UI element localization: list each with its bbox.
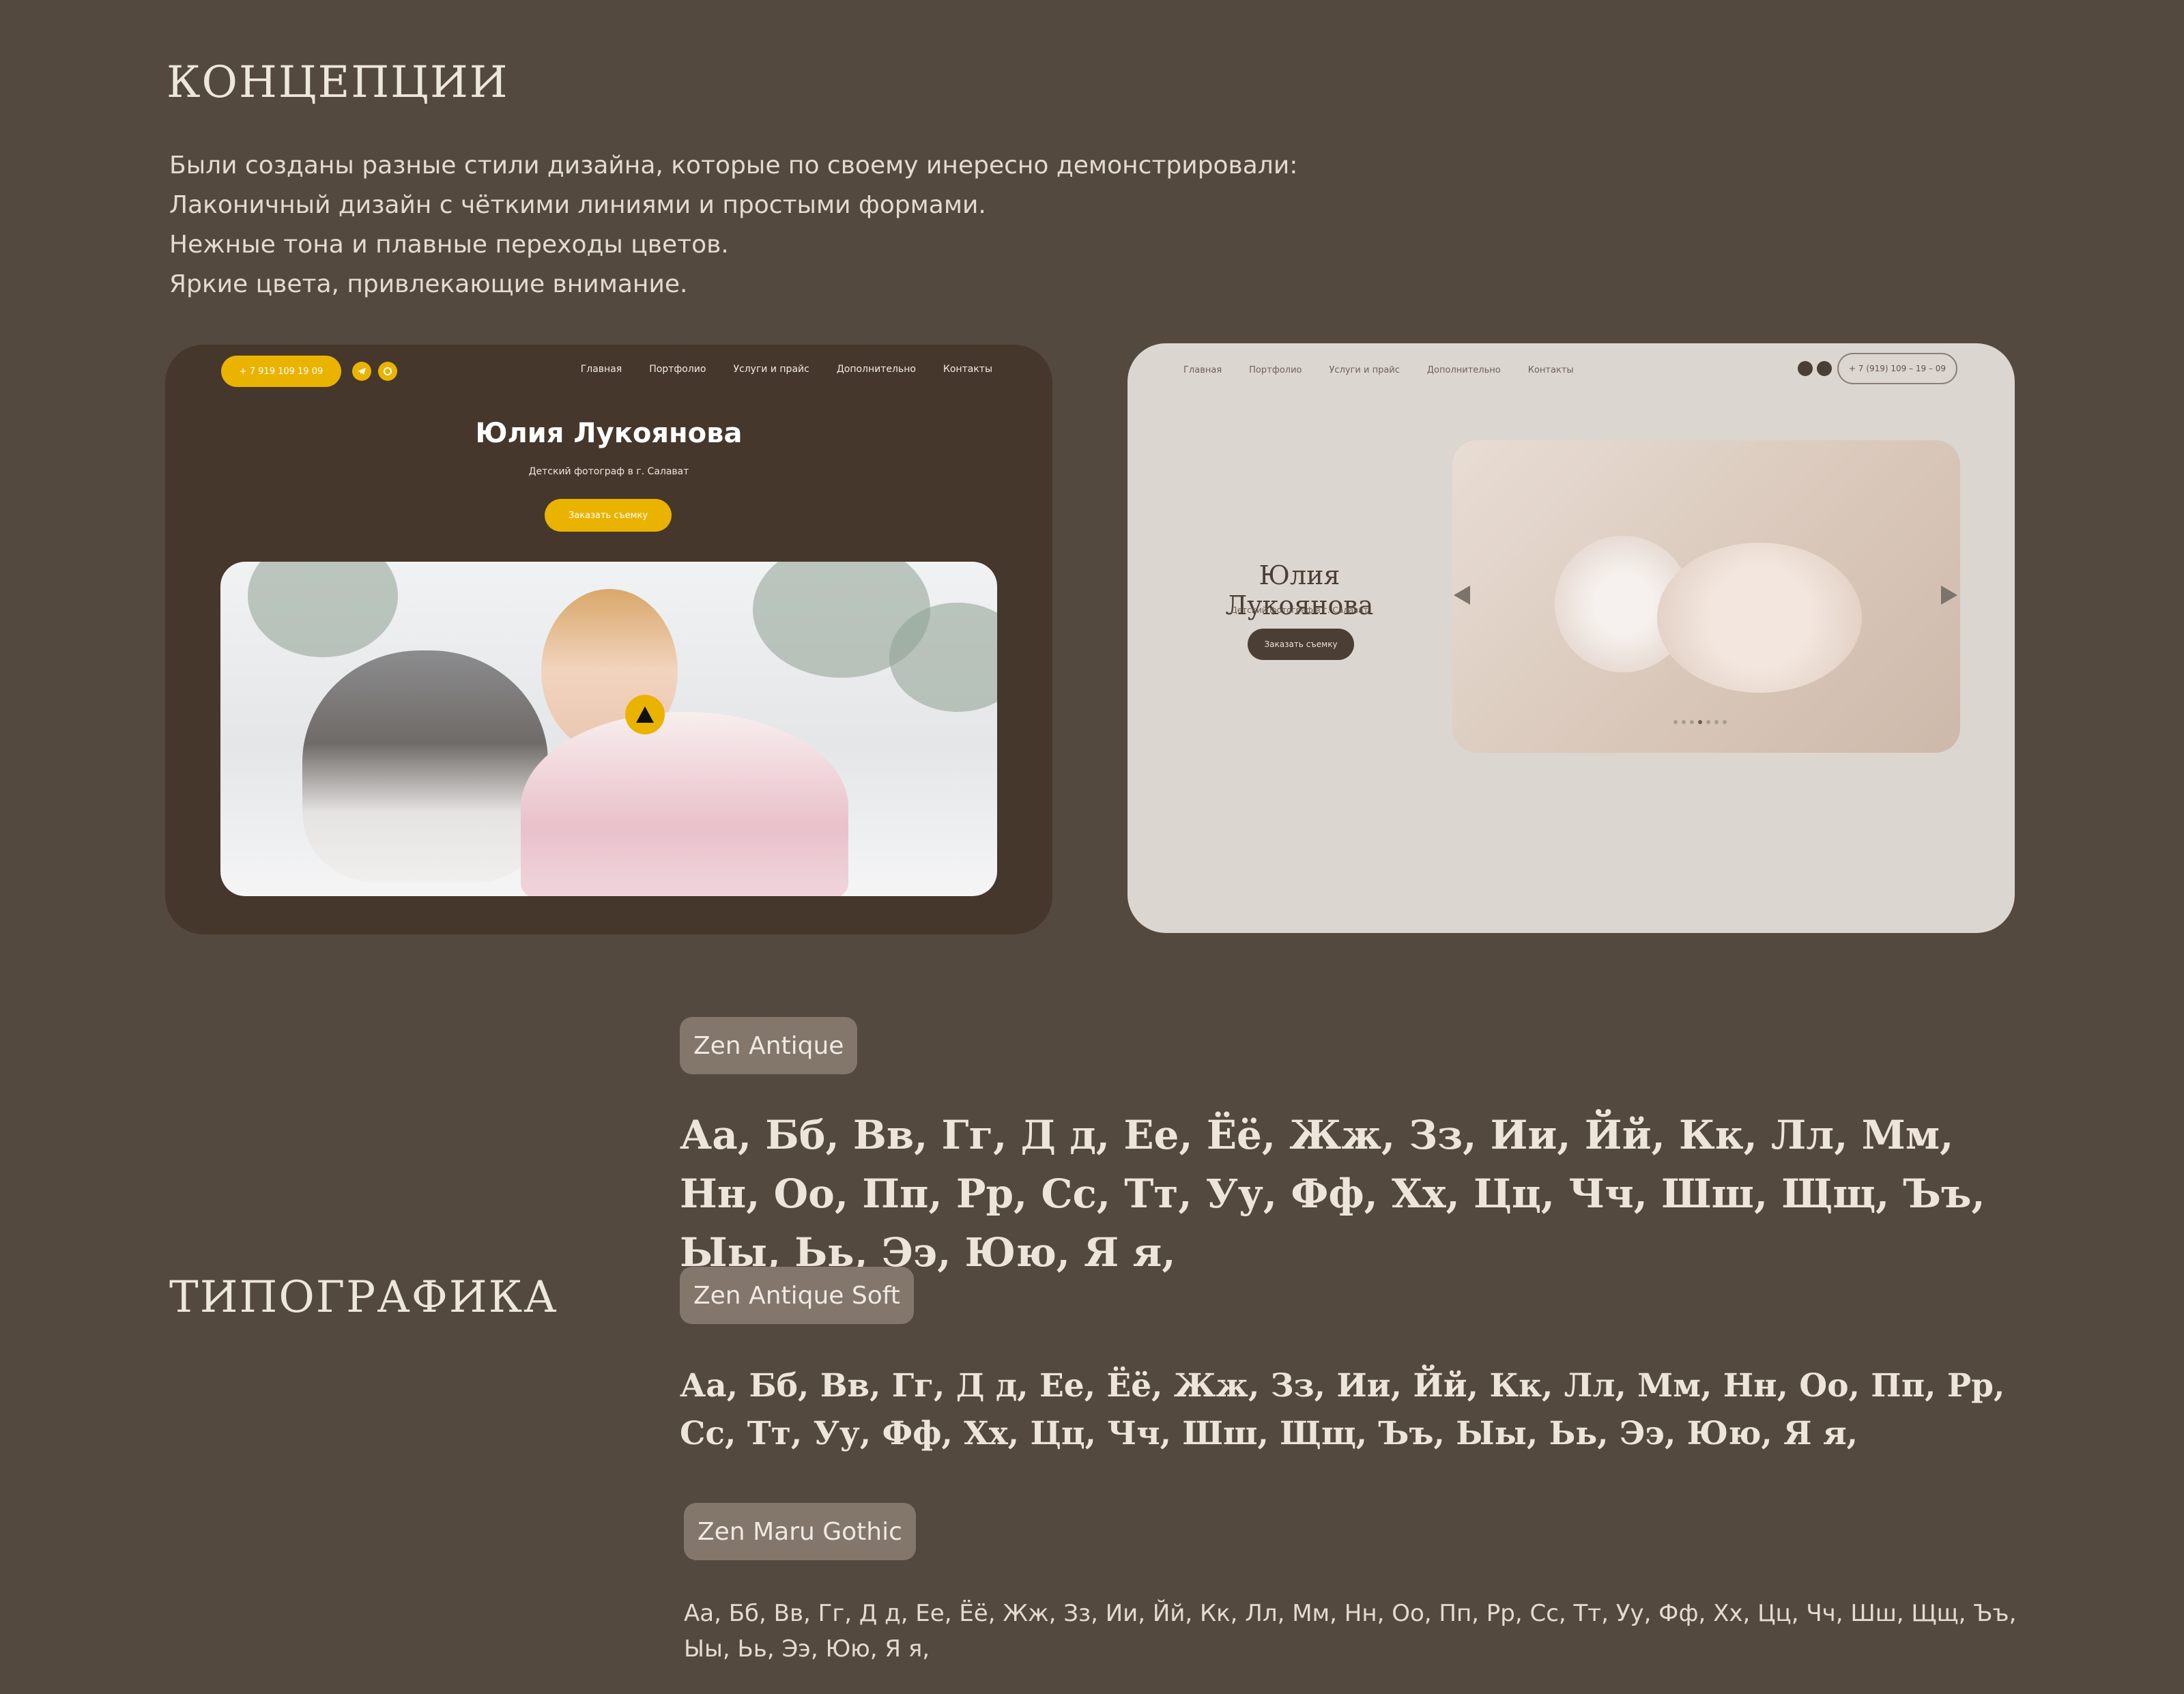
- concepts-intro: Были созданы разные стили дизайна, котор…: [169, 146, 1534, 304]
- hero-name: Юлия Лукоянова: [475, 418, 743, 449]
- typography-title: ТИПОГРАФИКА: [169, 1272, 558, 1323]
- alphabet-sample: Аа, Бб, Вв, Гг, Д д, Ее, Ёё, Жж, Зз, Ии,…: [684, 1600, 2017, 1663]
- intro-line: Яркие цвета, привлекающие внимание.: [169, 270, 688, 298]
- concept-light-mockup: Главная Портфолио Услуги и прайс Дополни…: [1127, 343, 2015, 933]
- hero-subtitle: Детский фотограф в г. Салават: [528, 466, 689, 477]
- nav-item-services[interactable]: Услуги и прайс: [1330, 365, 1400, 375]
- nav-item-contacts[interactable]: Контакты: [1528, 365, 1574, 375]
- nav-item-extra[interactable]: Дополнительно: [837, 364, 916, 375]
- concept-dark-mockup: + 7 919 109 19 09 Главная Портфолио Услу…: [165, 345, 1052, 934]
- play-icon[interactable]: [625, 695, 665, 734]
- intro-line: Лаконичный дизайн с чёткими линиями и пр…: [169, 191, 986, 219]
- carousel-dots: [1673, 720, 1727, 724]
- nav-item-services[interactable]: Услуги и прайс: [733, 364, 809, 375]
- hero-photo: [220, 562, 997, 896]
- whatsapp-icon[interactable]: [378, 362, 397, 381]
- whatsapp-icon[interactable]: [1817, 361, 1832, 376]
- order-shoot-button[interactable]: Заказать съемку: [545, 499, 672, 532]
- phone-button[interactable]: + 7 919 109 19 09: [221, 356, 341, 387]
- telegram-icon[interactable]: [1798, 361, 1813, 376]
- order-shoot-button[interactable]: Заказать съемку: [1248, 629, 1354, 660]
- alphabet-sample: Аа, Бб, Вв, Гг, Д д, Ее, Ёё, Жж, Зз, Ии,…: [680, 1367, 2005, 1452]
- nav-item-contacts[interactable]: Контакты: [943, 364, 992, 375]
- nav-item-extra[interactable]: Дополнительно: [1427, 365, 1501, 375]
- baby-figure: [1657, 543, 1862, 693]
- hero-subtitle: Детский фотограф в г. Салават: [1231, 605, 1368, 615]
- font-tag-zen-maru-gothic: Zen Maru Gothic: [684, 1503, 916, 1560]
- nav-item-portfolio[interactable]: Портфолио: [1249, 365, 1302, 375]
- font-tag-zen-antique: Zen Antique: [680, 1017, 858, 1074]
- chevron-left-icon[interactable]: [1454, 586, 1470, 605]
- concepts-title: КОНЦЕПЦИИ: [167, 57, 509, 108]
- nav-item-home[interactable]: Главная: [1183, 365, 1222, 375]
- phone-button[interactable]: + 7 (919) 109 – 19 – 09: [1837, 353, 1957, 384]
- alphabet-sample: Аа, Бб, Вв, Гг, Д д, Ее, Ёё, Жж, Зз, Ии,…: [680, 1112, 1985, 1276]
- font-tag-zen-antique-soft: Zen Antique Soft: [680, 1267, 914, 1324]
- chevron-right-icon[interactable]: [1941, 586, 1957, 605]
- hero-photo: [1452, 440, 1960, 753]
- telegram-icon[interactable]: [352, 362, 371, 381]
- dog-figure: [302, 650, 548, 882]
- nav-item-portfolio[interactable]: Портфолио: [649, 364, 706, 375]
- intro-line: Нежные тона и плавные переходы цветов.: [169, 231, 729, 259]
- nav-menu: Главная Портфолио Услуги и прайс Дополни…: [1183, 365, 1574, 375]
- nav-item-home[interactable]: Главная: [581, 364, 622, 375]
- intro-line: Были созданы разные стили дизайна, котор…: [169, 152, 1298, 180]
- nav-menu: Главная Портфолио Услуги и прайс Дополни…: [581, 364, 992, 375]
